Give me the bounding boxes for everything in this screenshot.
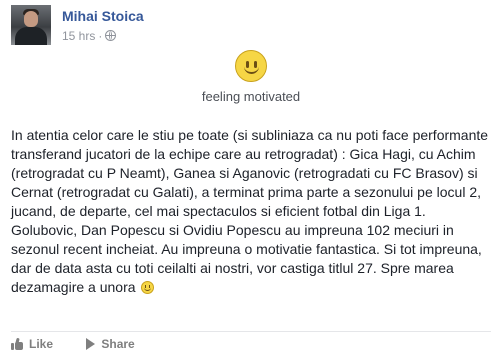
post-meta: 15 hrs · <box>62 29 117 43</box>
smiley-icon <box>235 50 267 82</box>
like-label: Like <box>29 337 54 351</box>
like-icon <box>11 337 23 350</box>
share-label: Share <box>101 337 135 351</box>
like-button[interactable]: Like <box>11 337 53 351</box>
facebook-post: Mihai Stoica 15 hrs · feeling motivated I… <box>0 0 502 353</box>
inline-smiley-icon <box>141 281 155 294</box>
post-paragraph-2-text: Golubovic, Dan Popescu si Ovidiu Popescu… <box>11 222 482 295</box>
avatar-face <box>24 11 38 27</box>
post-body: In atentia celor care le stiu pe toate (… <box>11 126 499 297</box>
author-name-link[interactable]: Mihai Stoica <box>62 8 144 24</box>
feeling-block: feeling motivated <box>0 50 502 104</box>
actions-divider <box>11 331 491 332</box>
post-timestamp[interactable]: 15 hrs <box>62 29 95 43</box>
post-paragraph-1: In atentia celor care le stiu pe toate (… <box>11 127 489 219</box>
post-paragraph-2: Golubovic, Dan Popescu si Ovidiu Popescu… <box>11 221 499 297</box>
author-avatar[interactable] <box>11 5 51 45</box>
post-actions: Like Share <box>11 337 165 353</box>
share-button[interactable]: Share <box>86 337 135 351</box>
feeling-text: feeling motivated <box>201 89 301 104</box>
meta-separator: · <box>98 29 103 43</box>
share-icon <box>86 338 96 350</box>
smiley-mouth <box>244 65 259 74</box>
globe-icon[interactable] <box>105 30 117 41</box>
avatar-shirt <box>15 27 47 45</box>
